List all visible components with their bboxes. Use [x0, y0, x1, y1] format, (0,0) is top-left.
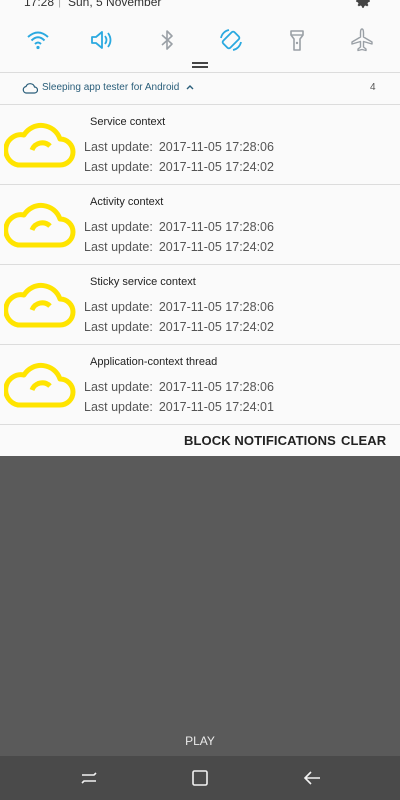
last-update-label: Last update: — [84, 240, 153, 254]
flashlight-icon — [290, 30, 304, 51]
cloud-icon — [4, 202, 76, 248]
last-update-label: Last update: — [84, 380, 153, 394]
last-update-row: Last update: 2017-11-05 17:28:06 — [84, 300, 274, 314]
last-update-value: 2017-11-05 17:28:06 — [158, 140, 274, 154]
clock: 17:28 — [24, 0, 55, 9]
drag-handle[interactable] — [192, 62, 208, 68]
notification-title: Application-context thread — [90, 356, 218, 368]
recents-icon[interactable] — [78, 768, 100, 788]
date: Sun, 5 November — [68, 0, 162, 9]
last-update-value: 2017-11-05 17:28:06 — [158, 300, 274, 314]
last-update-row: Last update: 2017-11-05 17:28:06 — [84, 220, 274, 234]
last-update-value: 2017-11-05 17:24:02 — [158, 240, 274, 254]
last-update-row: Last update: 2017-11-05 17:24:01 — [84, 400, 274, 414]
last-update-value: 2017-11-05 17:28:06 — [158, 380, 274, 394]
flashlight-tile[interactable] — [283, 26, 311, 54]
back-arrow-icon[interactable] — [301, 768, 323, 788]
status-separator: | — [58, 0, 62, 8]
status-bar: 17:28 | Sun, 5 November — [0, 0, 400, 12]
sound-icon — [91, 31, 112, 49]
last-update-row: Last update: 2017-11-05 17:24:02 — [84, 240, 274, 254]
last-update-value: 2017-11-05 17:24:02 — [158, 160, 274, 174]
quick-settings — [0, 26, 400, 54]
bluetooth-icon — [161, 30, 173, 50]
notification-title: Service context — [90, 116, 166, 128]
block-notifications-button[interactable]: BLOCK NOTIFICATIONS — [184, 433, 336, 448]
notification-title: Sticky service context — [90, 276, 196, 288]
cloud-icon — [4, 282, 76, 328]
last-update-label: Last update: — [84, 400, 153, 414]
notification-item[interactable]: Application-context thread Last update: 20… — [0, 344, 400, 424]
airplane-mode-icon — [351, 28, 373, 52]
app-name: Sleeping app tester for Android — [42, 82, 180, 93]
sound-tile[interactable] — [87, 26, 115, 54]
last-update-label: Last update: — [84, 300, 153, 314]
airplane-mode-tile[interactable] — [348, 26, 376, 54]
gear-icon[interactable] — [354, 0, 372, 10]
wifi-tile[interactable] — [24, 26, 52, 54]
auto-rotate-icon — [220, 29, 242, 51]
last-update-label: Last update: — [84, 220, 153, 234]
notification-actions: BLOCK NOTIFICATIONS CLEAR — [0, 424, 400, 456]
last-update-value: 2017-11-05 17:28:06 — [158, 220, 274, 234]
notification-item[interactable]: Service context Last update: 2017-11-05 17… — [0, 104, 400, 184]
auto-rotate-tile[interactable] — [217, 26, 245, 54]
notification-title: Activity context — [90, 196, 164, 208]
last-update-row: Last update: 2017-11-05 17:28:06 — [84, 140, 274, 154]
last-update-label: Last update: — [84, 140, 153, 154]
home-icon[interactable] — [189, 768, 211, 788]
wifi-icon — [27, 31, 49, 50]
last-update-row: Last update: 2017-11-05 17:24:02 — [84, 160, 274, 174]
notification-item[interactable]: Sticky service context Last update: 2017-1… — [0, 264, 400, 344]
app-notification-header[interactable]: Sleeping app tester for Android 4 — [0, 72, 400, 104]
bluetooth-tile[interactable] — [153, 26, 181, 54]
navigation-bar — [0, 756, 400, 800]
cloud-icon — [4, 362, 76, 408]
clear-button[interactable]: CLEAR — [341, 433, 386, 448]
last-update-row: Last update: 2017-11-05 17:28:06 — [84, 380, 274, 394]
notification-item[interactable]: Activity context Last update: 2017-11-05 1… — [0, 184, 400, 264]
last-update-value: 2017-11-05 17:24:01 — [158, 400, 274, 414]
play-label[interactable]: PLAY — [0, 734, 400, 748]
cloud-icon — [22, 83, 38, 94]
last-update-label: Last update: — [84, 320, 153, 334]
chevron-up-icon[interactable] — [185, 82, 195, 92]
notification-count: 4 — [370, 82, 376, 93]
cloud-icon — [4, 122, 76, 168]
last-update-value: 2017-11-05 17:24:02 — [158, 320, 274, 334]
last-update-label: Last update: — [84, 160, 153, 174]
notification-shade: 17:28 | Sun, 5 November Sleeping app tes… — [0, 0, 400, 456]
last-update-row: Last update: 2017-11-05 17:24:02 — [84, 320, 274, 334]
